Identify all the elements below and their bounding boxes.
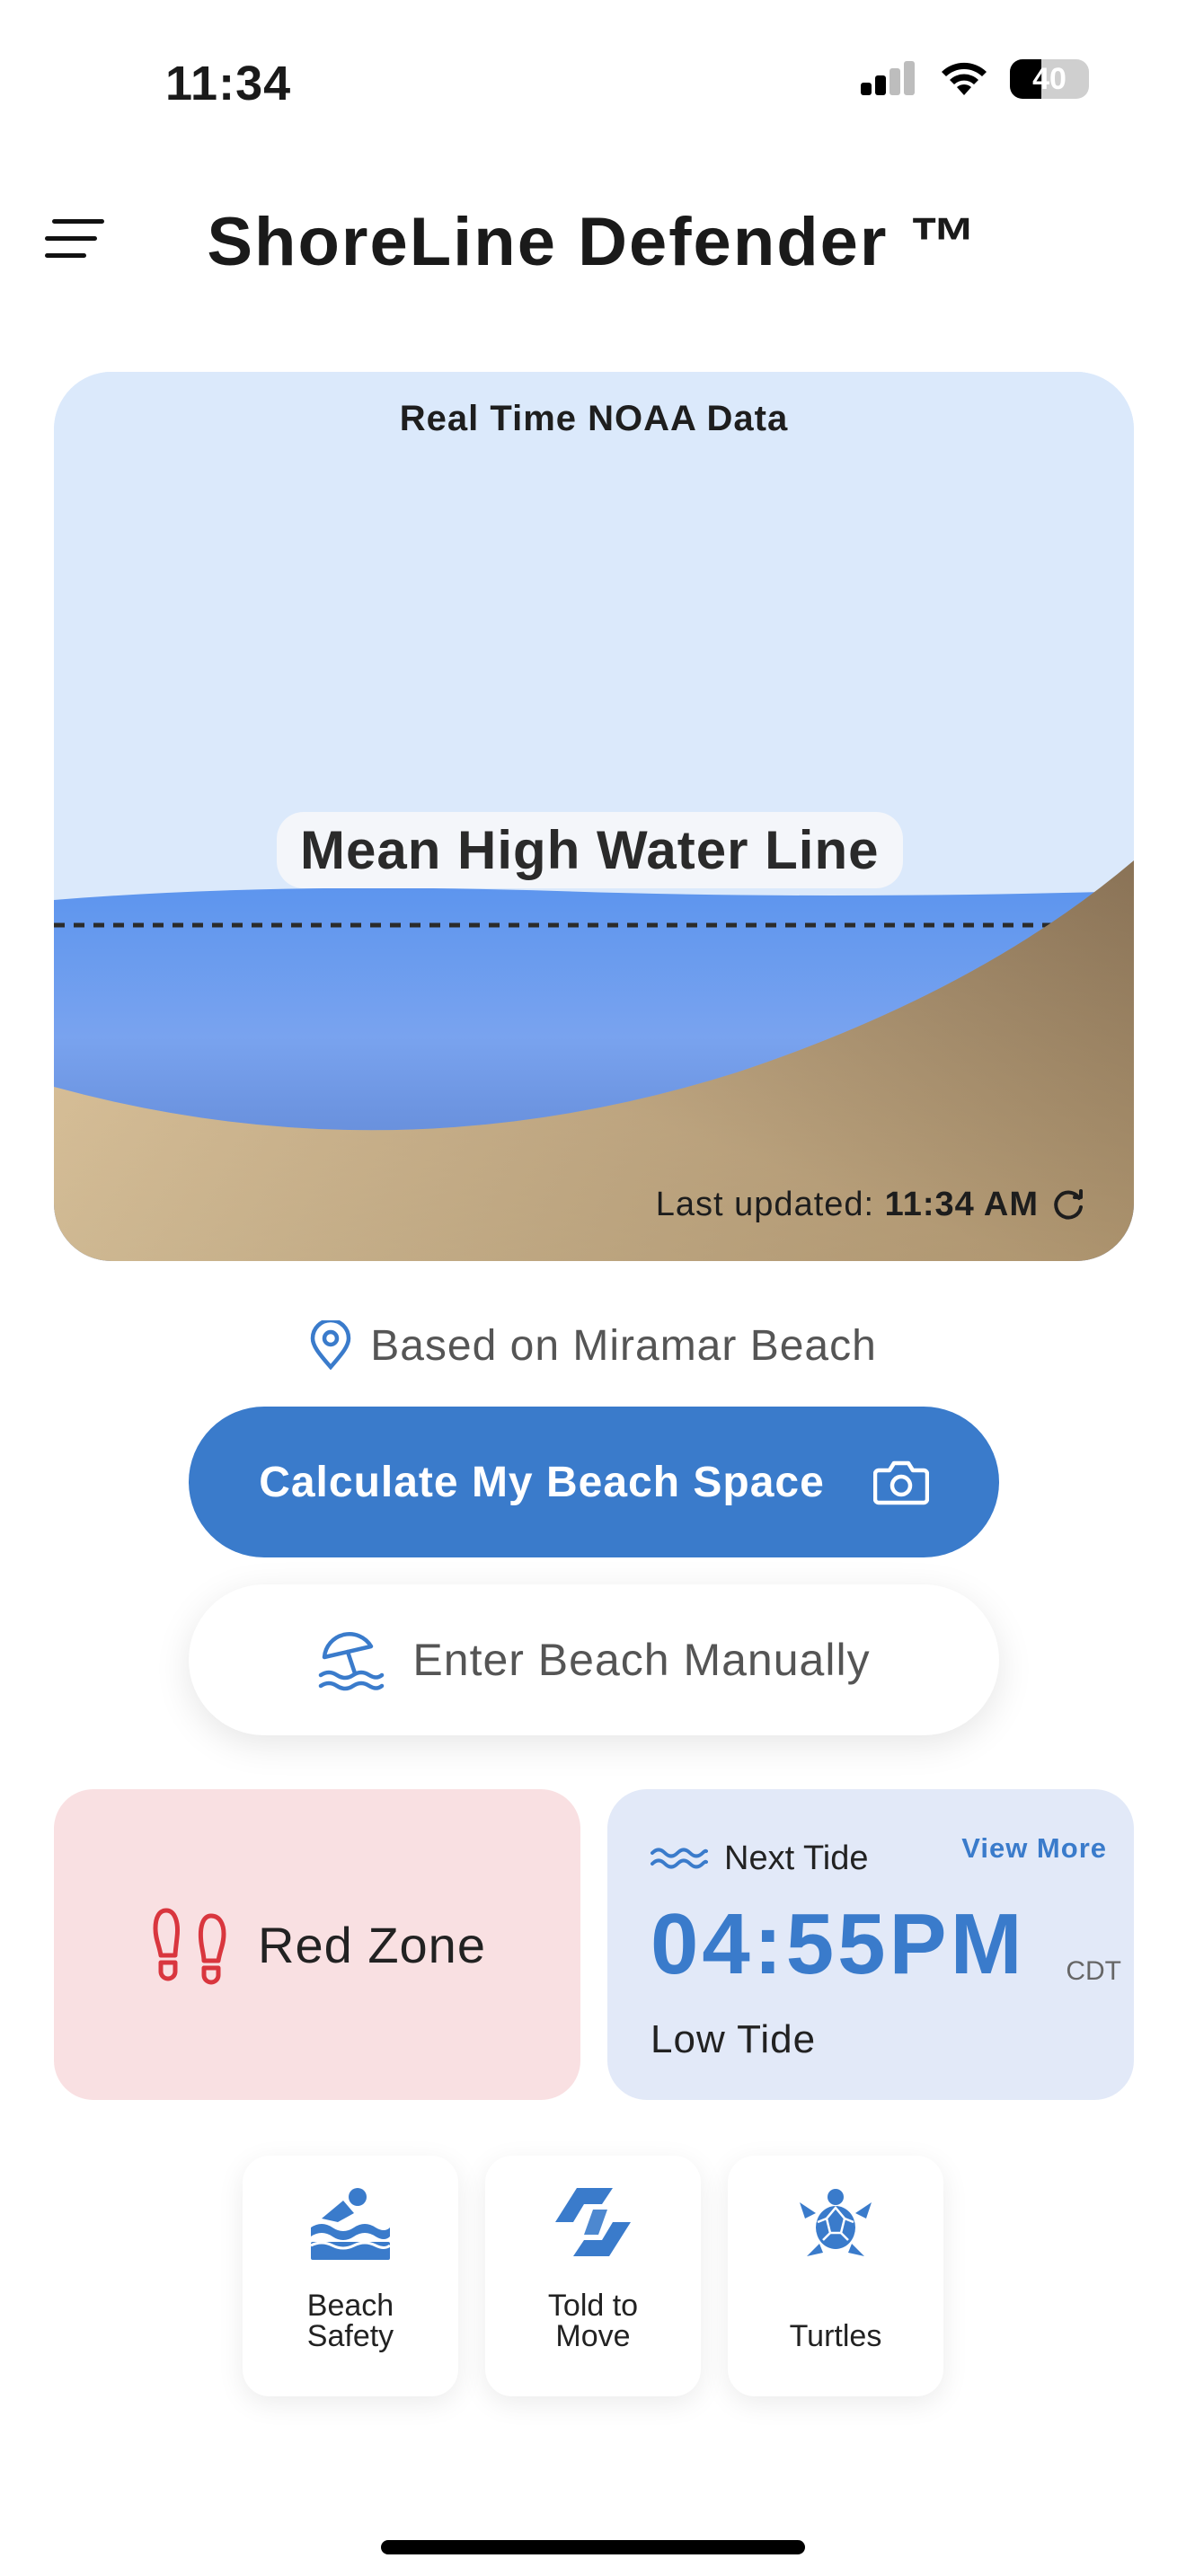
move-icon <box>555 2188 631 2256</box>
tile-beach-safety[interactable]: Beach Safety <box>243 2156 458 2396</box>
refresh-icon <box>1054 1189 1083 1220</box>
calculate-button-label: Calculate My Beach Space <box>259 1458 825 1506</box>
next-tide-header: Next Tide <box>651 1839 869 1878</box>
home-indicator <box>381 2540 805 2554</box>
location-text: Based on Miramar Beach <box>370 1321 877 1370</box>
tile-told-to-move[interactable]: Told to Move <box>485 2156 701 2396</box>
view-more-link[interactable]: View More <box>961 1832 1107 1865</box>
tile-label: Beach Safety <box>243 2290 458 2351</box>
mean-high-water-label: Mean High Water Line <box>277 812 903 888</box>
camera-icon <box>872 1460 929 1505</box>
status-icons: 40 <box>859 59 1089 99</box>
location-pin-icon <box>310 1320 351 1371</box>
tile-label-line1: Told to <box>547 2289 639 2323</box>
tile-label-line2: Move <box>555 2319 631 2353</box>
tile-label-line1: Beach <box>306 2289 394 2323</box>
beach-umbrella-icon <box>319 1632 385 1691</box>
next-tide-heading: Next Tide <box>724 1839 869 1877</box>
tile-label-line2: Safety <box>306 2319 394 2353</box>
refresh-button[interactable] <box>1049 1186 1087 1223</box>
app-title: ShoreLine Defender ™ <box>207 204 979 280</box>
next-tide-time: 04:55PM <box>651 1896 1026 1992</box>
waves-icon <box>651 1848 708 1868</box>
tile-label: Told to Move <box>485 2290 701 2351</box>
last-updated: Last updated: 11:34 AM <box>656 1186 1039 1224</box>
battery-icon: 40 <box>1010 59 1089 99</box>
red-zone-card[interactable]: Red Zone <box>54 1789 580 2100</box>
turtle-icon <box>800 2189 872 2256</box>
location-row[interactable]: Based on Miramar Beach <box>0 1320 1186 1371</box>
wifi-icon <box>942 62 987 95</box>
tide-visual-card: Real Time NOAA Data Mean High Water Line… <box>54 372 1134 1261</box>
battery-level: 40 <box>1032 61 1067 96</box>
hero-heading: Real Time NOAA Data <box>399 399 789 438</box>
last-updated-time: 11:34 AM <box>884 1186 1039 1223</box>
next-tide-card: Next Tide View More 04:55PM CDT Low Tide <box>607 1789 1134 2100</box>
manual-button-label: Enter Beach Manually <box>412 1635 871 1685</box>
tile-turtles[interactable]: Turtles <box>728 2156 943 2396</box>
swimmer-icon <box>310 2188 391 2260</box>
status-time: 11:34 <box>165 57 292 110</box>
tide-timezone: CDT <box>1066 1956 1121 1986</box>
cellular-signal-icon <box>861 61 915 95</box>
footprints-icon <box>153 1908 226 1985</box>
last-updated-label: Last updated: <box>655 1186 875 1223</box>
tide-type: Low Tide <box>651 2017 817 2061</box>
calculate-beach-space-button[interactable]: Calculate My Beach Space <box>189 1407 999 1557</box>
tile-label: Turtles <box>728 2290 943 2351</box>
enter-beach-manually-button[interactable]: Enter Beach Manually <box>189 1584 999 1735</box>
red-zone-label: Red Zone <box>258 1916 486 1973</box>
tile-label-line2: Turtles <box>789 2319 882 2353</box>
tile-label-line1 <box>728 2290 943 2321</box>
